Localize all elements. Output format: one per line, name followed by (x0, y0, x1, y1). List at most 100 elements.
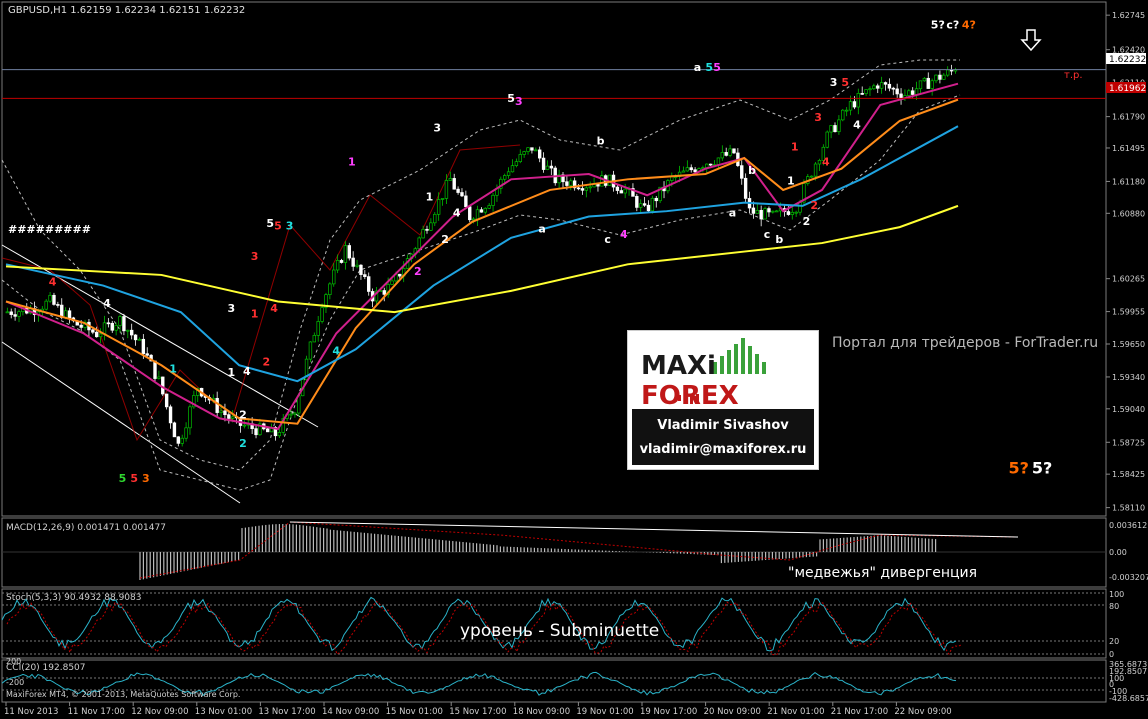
candle-body (265, 428, 270, 433)
candle-body (355, 264, 359, 267)
wave-label: 5 (274, 219, 282, 232)
wave-label: 4 (453, 207, 461, 220)
candle-body (289, 413, 293, 416)
wave-label: 5 (266, 217, 274, 230)
candle-body (223, 410, 227, 416)
candle-body (479, 209, 484, 213)
price-tick-label: 1.60880 (1112, 209, 1145, 218)
candle-body (91, 329, 95, 333)
candle-body (145, 353, 149, 356)
candle-body (798, 201, 802, 213)
candle-body (864, 89, 868, 94)
candle-body (421, 228, 425, 239)
candle-body (464, 195, 468, 208)
wave-label: 5 (130, 472, 138, 485)
macd-label: MACD(12,26,9) 0.001471 0.001477 (6, 523, 166, 533)
time-tick-label: 13 Nov 01:00 (195, 707, 252, 717)
time-tick-label: 21 Nov 01:00 (767, 707, 824, 717)
wave-label: 3 (814, 111, 822, 124)
author-email: vladimir@maxiforex.ru (639, 442, 807, 457)
candle-body (907, 90, 911, 96)
macd-divergence-line (289, 521, 1019, 538)
wave-label: 4 (620, 228, 628, 241)
candle-body (168, 406, 173, 424)
candle-body (549, 165, 554, 169)
candle-body (456, 188, 460, 193)
candle-body (398, 273, 402, 277)
candle-body (740, 165, 744, 179)
candle-body (510, 165, 515, 173)
candle-body (829, 125, 833, 133)
candle-body (825, 131, 829, 148)
candle-body (452, 178, 456, 190)
stoch-tick-80: 80 (1109, 602, 1119, 611)
candle-body (895, 88, 899, 95)
candle-body (911, 90, 915, 95)
wave-label: 1 (251, 307, 259, 320)
candle-body (685, 167, 690, 172)
price-tick-label: 1.59040 (1112, 405, 1145, 414)
stoch-tick-20: 20 (1109, 637, 1119, 646)
moving-average-ma_long (5, 204, 959, 314)
candle-body (164, 393, 169, 408)
candle-body (841, 109, 845, 121)
stoch-tick-100: 100 (1109, 590, 1124, 599)
candle-body (180, 437, 184, 444)
time-tick-label: 11 Nov 17:00 (68, 707, 125, 717)
wave-label: 2 (803, 215, 811, 228)
candle-body (767, 208, 771, 213)
candle-body (141, 338, 146, 355)
wave-label: 5? (1032, 459, 1052, 478)
wave-label: 5 (119, 472, 127, 485)
candle-body (771, 210, 775, 213)
price-tick-label: 1.61790 (1112, 113, 1145, 122)
wave-label: 4? (962, 18, 976, 31)
wave-label: 4 (270, 302, 278, 315)
macd-tick-zero: 0.00 (1109, 548, 1127, 557)
candle-body (448, 178, 453, 181)
candle-body (689, 167, 693, 171)
candle-body (794, 211, 798, 214)
down-arrow-icon (1020, 29, 1042, 52)
footer-copyright: MaxiForex MT4, © 2001-2013, MetaQuotes S… (6, 690, 240, 699)
wave-label: 3 (515, 95, 523, 108)
candle-body (728, 148, 732, 156)
candle-body (114, 325, 118, 331)
time-tick-label: 18 Nov 09:00 (513, 707, 570, 717)
wave-label: 4 (822, 156, 830, 169)
watermark: Портал для трейдеров - ForTrader.ru (832, 335, 1098, 351)
wave-label: 3 (433, 122, 441, 135)
hash-marks: ######### (8, 223, 91, 236)
candle-body (332, 269, 336, 285)
wave-labels: 445 5 3131 42231245 5 341212345 3abc 4a 5 5bac b12… (49, 18, 1053, 485)
wave-label: b (748, 164, 756, 177)
cci-tick-6: -428.6857 (1109, 694, 1148, 703)
price-tick-label: 1.60265 (1112, 275, 1145, 284)
candle-body (565, 181, 569, 186)
wave-label: 1 (227, 366, 235, 379)
candle-body (833, 125, 837, 133)
wave-label: 4 (49, 276, 57, 289)
candle-body (316, 321, 320, 336)
candle-body (133, 334, 138, 341)
candle-body (584, 187, 589, 191)
wave-label: 3 (286, 219, 294, 232)
candle-body (588, 186, 592, 189)
candle-body (440, 198, 445, 200)
candle-body (860, 93, 864, 95)
wave-label: c (764, 228, 771, 241)
logo-red-bars-icon (678, 393, 699, 404)
candle-body (312, 335, 317, 343)
wave-label: 4 (103, 297, 111, 310)
candle-body (503, 175, 507, 180)
candle-body (650, 197, 655, 212)
candle-body (942, 74, 946, 80)
candle-body (153, 360, 157, 379)
candle-body (227, 414, 231, 419)
candle-body (122, 316, 126, 332)
candle-body (137, 338, 142, 341)
candle-body (444, 180, 449, 199)
candle-body (436, 199, 441, 215)
candle-body (848, 101, 853, 111)
candle-body (5, 311, 10, 314)
